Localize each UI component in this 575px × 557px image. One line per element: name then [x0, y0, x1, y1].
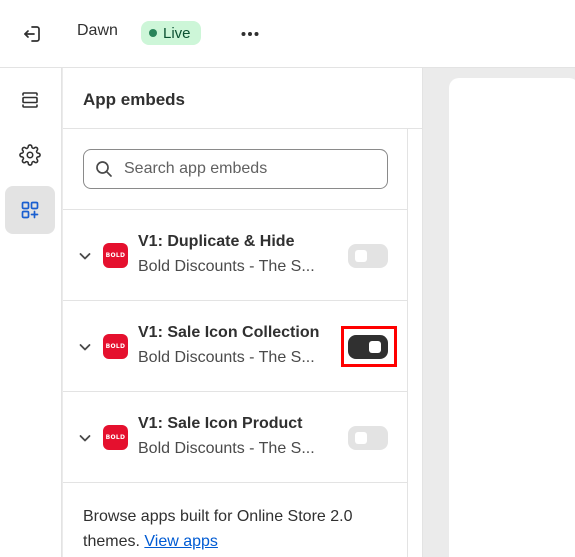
embed-subtitle: Bold Discounts - The S... — [138, 349, 315, 366]
panel-title: App embeds — [83, 90, 186, 109]
embed-toggle[interactable] — [348, 335, 388, 359]
more-actions-button[interactable] — [236, 20, 264, 48]
bold-app-logo: BOLD — [103, 243, 128, 268]
left-rail — [0, 68, 62, 557]
exit-icon — [24, 26, 40, 42]
app-embeds-icon — [21, 201, 39, 219]
search-input[interactable] — [124, 151, 374, 187]
toggle-knob — [355, 432, 367, 444]
search-icon — [96, 161, 112, 177]
toggle-knob — [355, 250, 367, 262]
gear-icon — [19, 144, 41, 166]
rail-item-theme-settings[interactable] — [5, 131, 55, 179]
chevron-down-icon — [79, 253, 91, 260]
toggle-knob — [369, 341, 381, 353]
status-badge-label: Live — [163, 24, 191, 42]
exit-button[interactable] — [18, 20, 46, 48]
rail-item-sections[interactable] — [5, 76, 55, 124]
panel-header: App embeds — [63, 68, 423, 129]
embed-row-duplicate-hide: BOLD V1: Duplicate & Hide Bold Discounts… — [63, 210, 408, 301]
panel-content[interactable]: BOLD V1: Duplicate & Hide Bold Discounts… — [63, 129, 408, 557]
embed-name: V1: Sale Icon Collection — [138, 324, 320, 341]
preview-frame[interactable] — [449, 78, 575, 557]
theme-name: Dawn — [77, 22, 118, 39]
browse-apps-text: Browse apps built for Online Store 2.0 t… — [83, 504, 393, 554]
search-field[interactable] — [83, 149, 388, 189]
bold-app-logo: BOLD — [103, 425, 128, 450]
embed-toggle[interactable] — [348, 426, 388, 450]
embed-subtitle: Bold Discounts - The S... — [138, 258, 315, 275]
embed-name: V1: Duplicate & Hide — [138, 233, 295, 250]
expand-button[interactable] — [75, 246, 95, 266]
embed-subtitle: Bold Discounts - The S... — [138, 440, 315, 457]
search-icon-wrap — [84, 150, 124, 188]
top-bar: Dawn Live — [0, 0, 575, 68]
view-apps-link[interactable]: View apps — [144, 533, 218, 550]
rail-item-app-embeds[interactable] — [5, 186, 55, 234]
bold-app-logo: BOLD — [103, 334, 128, 359]
live-dot-icon — [149, 29, 157, 37]
embed-toggle[interactable] — [348, 244, 388, 268]
embed-row-sale-icon-product: BOLD V1: Sale Icon Product Bold Discount… — [63, 392, 408, 483]
status-badge: Live — [141, 21, 201, 45]
sections-icon — [22, 92, 38, 108]
chevron-down-icon — [79, 344, 91, 351]
app-embeds-panel: App embeds BOLD V1: Duplicate & Hide Bol… — [63, 68, 423, 557]
more-horizontal-icon — [241, 32, 259, 36]
expand-button[interactable] — [75, 428, 95, 448]
expand-button[interactable] — [75, 337, 95, 357]
embed-row-sale-icon-collection: BOLD V1: Sale Icon Collection Bold Disco… — [63, 301, 408, 392]
chevron-down-icon — [79, 435, 91, 442]
embed-name: V1: Sale Icon Product — [138, 415, 303, 432]
